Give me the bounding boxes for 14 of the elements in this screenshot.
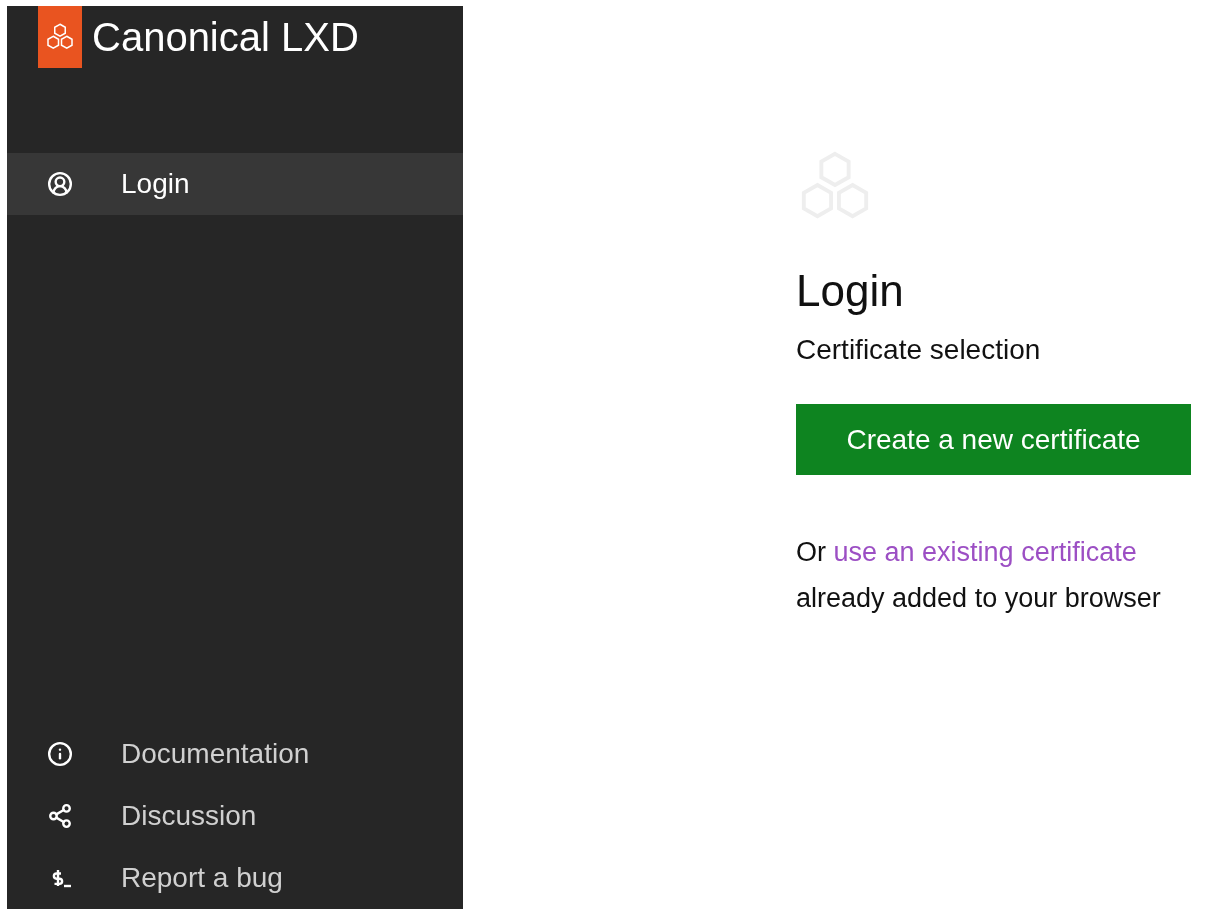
brand-name: Canonical LXD bbox=[92, 14, 359, 60]
existing-certificate-link[interactable]: use an existing certificate bbox=[833, 537, 1137, 567]
info-icon bbox=[47, 741, 73, 767]
hexagon-cubes-icon bbox=[45, 22, 75, 52]
nav-link[interactable]: Discussion bbox=[7, 785, 463, 847]
user-circle-icon bbox=[47, 171, 73, 197]
create-certificate-button[interactable]: Create a new certificate bbox=[796, 404, 1191, 475]
page-title: Login bbox=[796, 266, 904, 316]
nav-link[interactable]: Documentation bbox=[7, 723, 463, 785]
nav-link[interactable]: Report a bug bbox=[7, 847, 463, 909]
certificate-note: Or use an existing certificate already added to your browser bbox=[796, 536, 1161, 615]
share-icon bbox=[47, 803, 73, 829]
nav-item[interactable]: Login bbox=[7, 153, 463, 215]
subtitle: Certificate selection bbox=[796, 334, 1041, 366]
